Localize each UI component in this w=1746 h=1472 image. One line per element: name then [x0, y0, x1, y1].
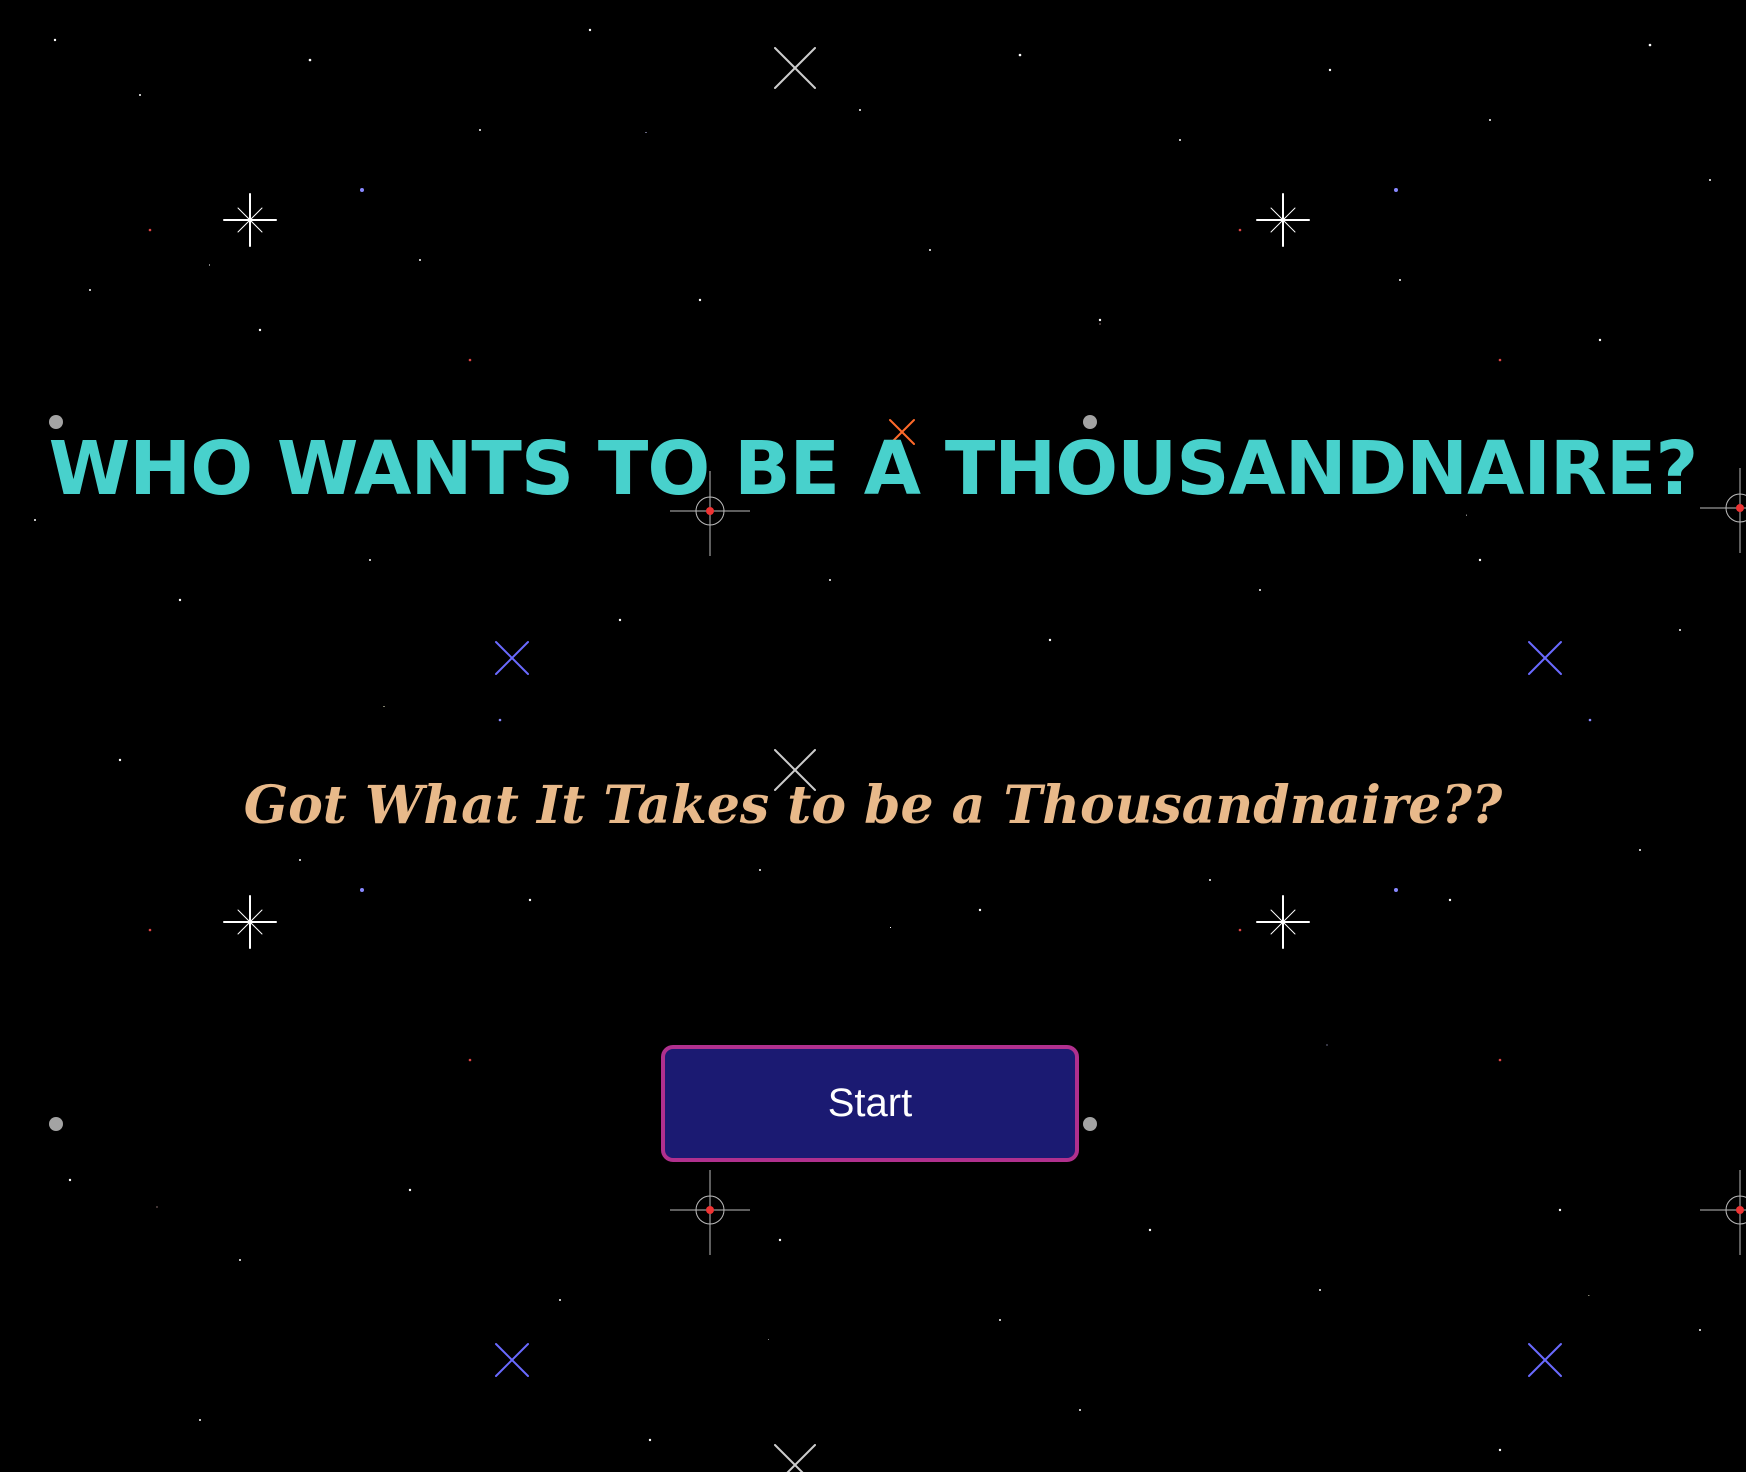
- game-screen: WHO WANTS TO BE A THOUSANDNAIRE? Got Wha…: [0, 0, 1746, 1472]
- starfield-icon: [34, 28, 1746, 1472]
- game-subtitle: Got What It Takes to be a Thousandnaire?…: [243, 775, 1503, 836]
- start-button[interactable]: Start: [661, 1045, 1079, 1162]
- game-title: WHO WANTS TO BE A THOUSANDNAIRE?: [48, 426, 1699, 512]
